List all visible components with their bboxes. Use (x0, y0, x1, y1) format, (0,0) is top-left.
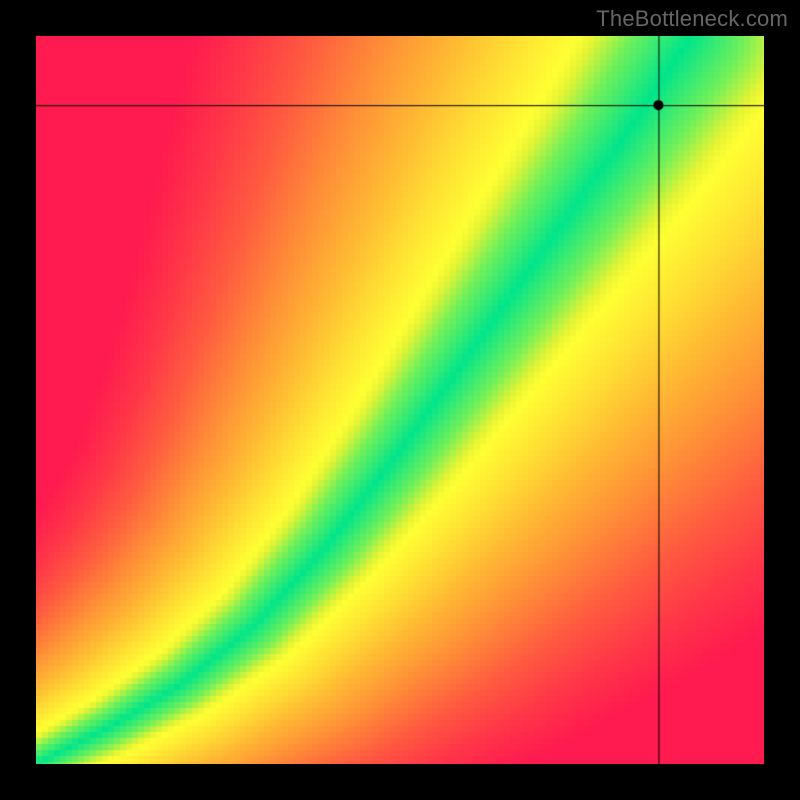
watermark-text: TheBottleneck.com (596, 6, 788, 32)
heatmap-plot (36, 36, 764, 764)
heatmap-canvas (36, 36, 764, 764)
